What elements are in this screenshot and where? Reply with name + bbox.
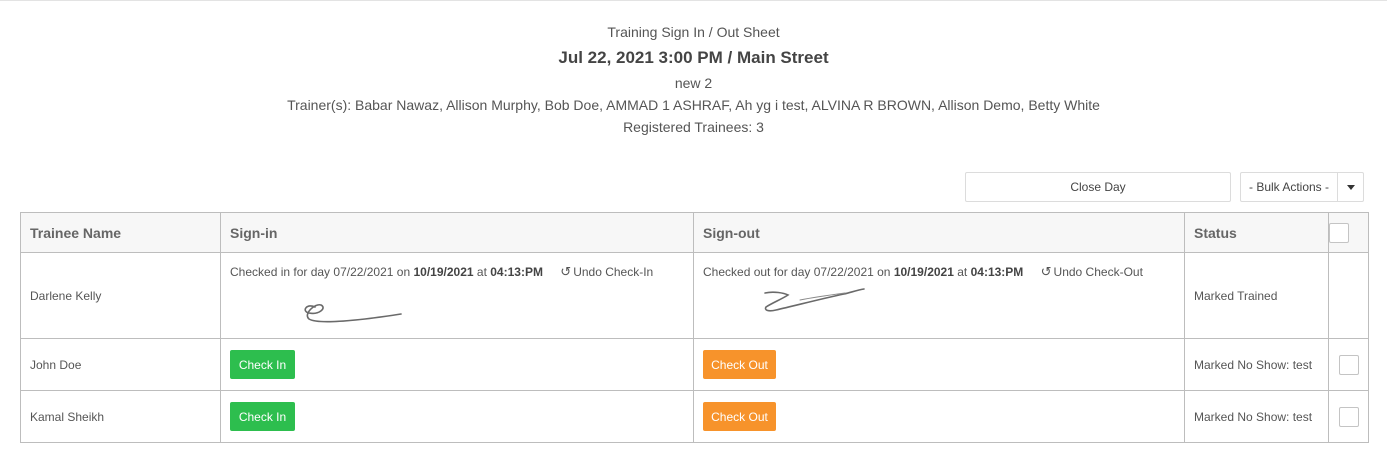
check-in-button[interactable]: Check In [230, 402, 295, 431]
table-row: Darlene Kelly Checked in for day 07/22/2… [20, 252, 1369, 339]
check-in-date: 10/19/2021 [413, 265, 474, 279]
table-row: John Doe Check In Check Out Marked No Sh… [20, 338, 1369, 391]
trainee-table: Trainee Name Sign-in Sign-out Status Dar… [20, 212, 1369, 443]
trainee-name: Darlene Kelly [20, 252, 221, 339]
close-day-button[interactable]: Close Day [965, 172, 1231, 202]
check-out-button[interactable]: Check Out [703, 350, 776, 379]
top-divider [0, 0, 1387, 1]
sign-in-cell: Checked in for day 07/22/2021 on 10/19/2… [220, 252, 694, 339]
bulk-actions-toggle[interactable] [1338, 173, 1363, 201]
check-out-date: 10/19/2021 [893, 265, 954, 279]
col-status[interactable]: Status [1184, 212, 1329, 253]
col-select-all [1328, 212, 1369, 253]
check-out-at: at [957, 265, 968, 279]
select-cell [1328, 390, 1369, 443]
status-cell: Marked No Show: test [1184, 390, 1329, 443]
bulk-actions-dropdown[interactable]: - Bulk Actions - [1240, 172, 1364, 202]
undo-icon: ↺ [560, 264, 572, 279]
check-out-signature [764, 288, 865, 312]
col-sign-in[interactable]: Sign-in [220, 212, 694, 253]
check-out-button[interactable]: Check Out [703, 402, 776, 431]
page-header: Training Sign In / Out Sheet Jul 22, 202… [0, 22, 1387, 138]
sign-out-cell: Check Out [693, 338, 1185, 391]
row-select-checkbox[interactable] [1338, 354, 1359, 375]
check-in-info: Checked in for day 07/22/2021 on 10/19/2… [230, 264, 684, 280]
trainers-list: Trainer(s): Babar Nawaz, Allison Murphy,… [287, 97, 1100, 113]
registered-count: Registered Trainees: 3 [623, 119, 764, 135]
session-name: new 2 [674, 75, 713, 91]
status-cell: Marked No Show: test [1184, 338, 1329, 391]
page-title: Jul 22, 2021 3:00 PM / Main Street [558, 48, 829, 67]
undo-check-in-link[interactable]: ↺ Undo Check-In [560, 264, 653, 280]
select-cell [1328, 338, 1369, 391]
col-trainee-name[interactable]: Trainee Name [20, 212, 221, 253]
check-in-time: 04:13:PM [490, 265, 543, 279]
trainee-name: Kamal Sheikh [20, 390, 221, 443]
chevron-down-icon [1346, 184, 1355, 190]
check-in-signature [304, 304, 402, 323]
sign-in-cell: Check In [220, 338, 694, 391]
table-header-row: Trainee Name Sign-in Sign-out Status [20, 212, 1369, 253]
col-sign-out[interactable]: Sign-out [693, 212, 1185, 253]
row-select-checkbox[interactable] [1338, 406, 1359, 427]
sign-out-cell: Checked out for day 07/22/2021 on 10/19/… [693, 252, 1185, 339]
check-in-button[interactable]: Check In [230, 350, 295, 379]
select-cell [1328, 252, 1369, 339]
toolbar: Close Day - Bulk Actions - [0, 172, 1387, 202]
status-cell: Marked Trained [1184, 252, 1329, 339]
undo-check-out-link[interactable]: ↺ Undo Check-Out [1041, 264, 1143, 280]
trainee-name: John Doe [20, 338, 221, 391]
undo-icon: ↺ [1040, 264, 1052, 279]
table-row: Kamal Sheikh Check In Check Out Marked N… [20, 390, 1369, 443]
bulk-actions-label[interactable]: - Bulk Actions - [1241, 173, 1338, 201]
undo-check-out-label: Undo Check-Out [1053, 265, 1143, 279]
sign-out-cell: Check Out [693, 390, 1185, 443]
check-out-time: 04:13:PM [970, 265, 1024, 279]
undo-check-in-label: Undo Check-In [573, 265, 654, 279]
check-in-at: at [476, 265, 487, 279]
sign-in-cell: Check In [220, 390, 694, 443]
check-in-text: Checked in for day 07/22/2021 on [230, 265, 411, 279]
page-subtitle: Training Sign In / Out Sheet [607, 24, 780, 40]
select-all-checkbox[interactable] [1329, 222, 1349, 243]
check-out-text: Checked out for day 07/22/2021 on [703, 265, 891, 279]
check-out-info: Checked out for day 07/22/2021 on 10/19/… [703, 264, 1175, 280]
